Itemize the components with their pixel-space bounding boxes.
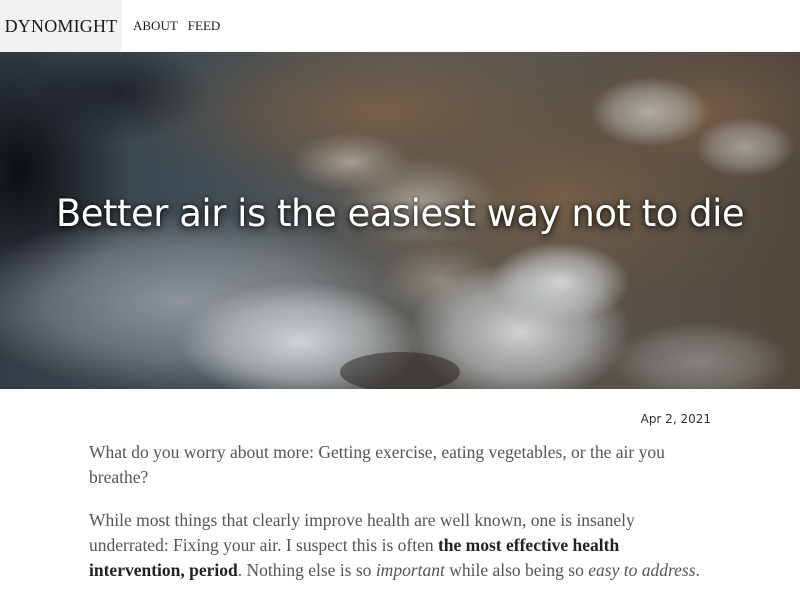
paragraph-2-emphasis-important: important <box>375 560 445 580</box>
paragraph-1: What do you worry about more: Getting ex… <box>89 442 665 487</box>
site-brand-link[interactable]: DYNOMIGHT <box>0 0 122 52</box>
post-title: Better air is the easiest way not to die <box>55 192 745 235</box>
nav-link-feed[interactable]: FEED <box>183 0 226 52</box>
paragraph-2-text-b: . Nothing else is so <box>237 560 376 580</box>
paragraph-2-end: . <box>695 560 700 580</box>
post-date: Apr 2, 2021 <box>640 412 711 426</box>
paragraph-2-text-c: while also being so <box>444 560 589 580</box>
hero-banner: Better air is the easiest way not to die <box>0 52 800 389</box>
paragraph-2: While most things that clearly improve h… <box>89 508 709 583</box>
nav-link-about[interactable]: ABOUT <box>128 0 183 52</box>
post-body: What do you worry about more: Getting ex… <box>89 440 709 601</box>
top-navbar: DYNOMIGHT ABOUT FEED <box>0 0 800 52</box>
paragraph-2-emphasis-easy: easy to address <box>588 560 696 580</box>
